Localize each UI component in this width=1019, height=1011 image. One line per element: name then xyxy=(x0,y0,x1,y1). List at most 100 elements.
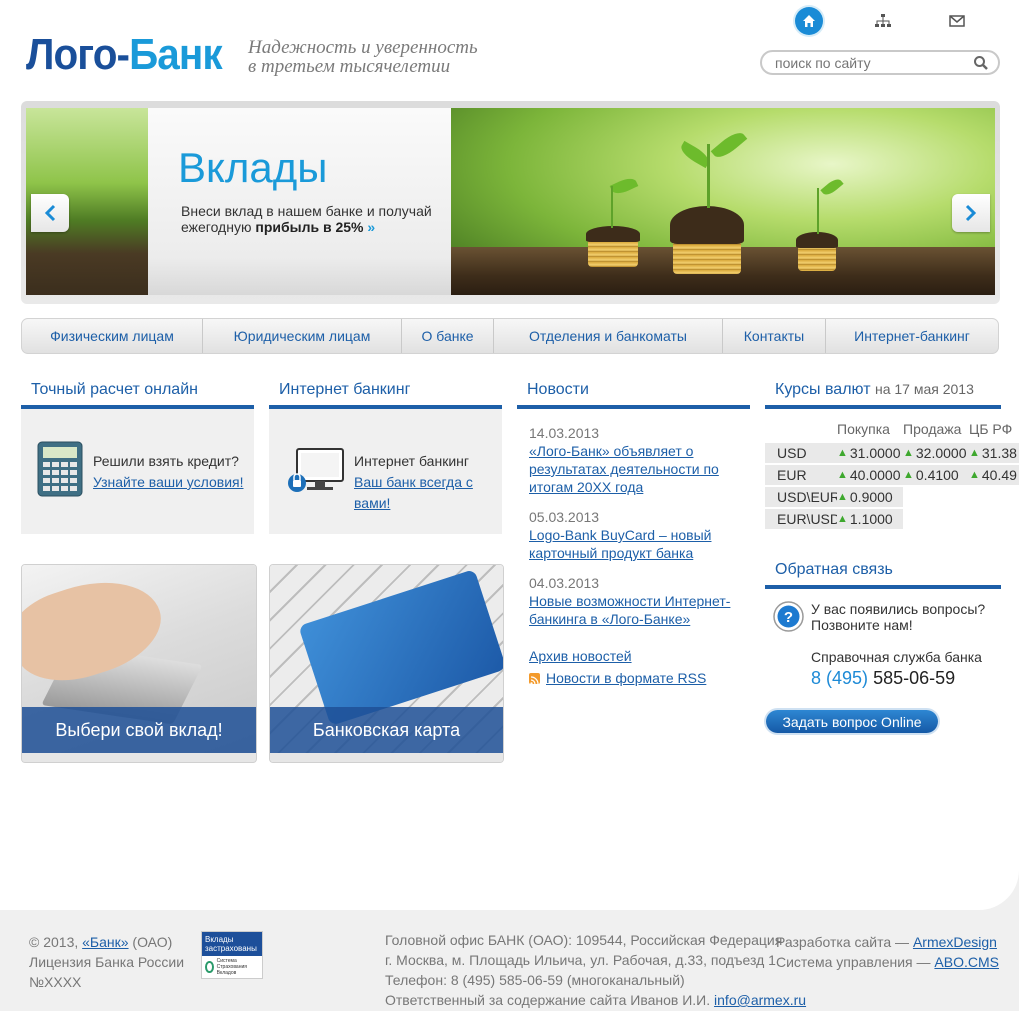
feedback-question-line2: Позвоните нам! xyxy=(811,617,913,633)
office-line2: г. Москва, м. Площадь Ильича, ул. Рабоча… xyxy=(385,952,776,968)
slogan-line2: в третьем тысячелетии xyxy=(248,56,451,77)
news-item: 14.03.2013 «Лого-Банк» объявляет о резул… xyxy=(529,424,744,496)
news-link[interactable]: Новые возможности Интернет-банкинга в «Л… xyxy=(529,593,730,627)
calc-box: Решили взять кредит? Узнайте ваши услови… xyxy=(21,409,254,534)
slider-prev-button[interactable] xyxy=(31,194,69,232)
up-arrow-icon: ▲ xyxy=(903,469,914,481)
responsible-email-link[interactable]: info@armex.ru xyxy=(714,992,806,1008)
nav-item-contacts[interactable]: Контакты xyxy=(723,319,826,353)
news-item: 05.03.2013 Logo-Bank BuyCard – новый кар… xyxy=(529,508,744,562)
slider-next-button[interactable] xyxy=(952,194,990,232)
calc-question: Решили взять кредит? xyxy=(93,453,239,469)
banner-desc-line1: Внеси вклад в нашем банке и получай xyxy=(181,203,432,219)
help-phone: 8 (495) 585-06-59 xyxy=(811,668,955,689)
bank-link[interactable]: «Банк» xyxy=(82,934,128,950)
responsible-prefix: Ответственный за содержание сайта Иванов… xyxy=(385,992,715,1008)
currency-name: USD xyxy=(765,443,837,463)
currency-name: USD\EUR xyxy=(765,487,840,507)
news-rss-link[interactable]: Новости в формате RSS xyxy=(546,670,706,686)
promo-card[interactable]: Банковская карта xyxy=(269,564,504,763)
sprout-stem xyxy=(707,144,710,208)
banner-desc-line2: ежегодную прибыль в 25% » xyxy=(181,219,432,235)
logo-part2: Банк xyxy=(129,30,223,79)
currency-headers: Покупка Продажа ЦБ РФ xyxy=(837,421,1019,437)
page: Лого-Банк Надежность и уверенность в тре… xyxy=(0,0,1019,910)
nav-item-legal[interactable]: Юридическим лицам xyxy=(203,319,402,353)
footer-office: Головной офис БАНК (ОАО): 109544, Россий… xyxy=(385,930,806,1010)
search-input[interactable] xyxy=(775,52,975,73)
nav-item-about[interactable]: О банке xyxy=(402,319,494,353)
calc-title: Точный расчет онлайн xyxy=(21,381,254,409)
calc-text-block: Решили взять кредит? Узнайте ваши услови… xyxy=(93,451,248,493)
promo-card-label: Банковская карта xyxy=(270,707,503,753)
currency-name: EUR xyxy=(765,465,837,485)
up-arrow-icon: ▲ xyxy=(837,491,848,503)
currency-row: EUR\USD ▲ 1.1000 xyxy=(765,509,903,529)
currency-value: ▲ 31.0000 xyxy=(837,443,903,463)
currency-value: ▲ 1.1000 xyxy=(837,509,903,529)
logo[interactable]: Лого-Банк xyxy=(26,30,223,80)
ask-question-button[interactable]: Задать вопрос Online xyxy=(766,710,938,733)
dirt-mound xyxy=(796,232,838,248)
up-arrow-icon: ▲ xyxy=(837,513,848,525)
nav-item-branches[interactable]: Отделения и банкоматы xyxy=(494,319,723,353)
currency-buy-value: 31.0000 xyxy=(849,445,901,461)
ibank-title: Интернет банкинг xyxy=(269,381,502,409)
search-icon[interactable] xyxy=(973,55,989,74)
footer-dev: Разработка сайта — ArmexDesign Система у… xyxy=(776,932,999,972)
banner-text-panel: Вклады Внеси вклад в нашем банке и получ… xyxy=(148,108,451,295)
feedback-question: У вас появились вопросы? Позвоните нам! xyxy=(811,601,985,633)
phone-number: 585-06-59 xyxy=(873,668,956,688)
currency-title-block: Курсы валют на 17 мая 2013 xyxy=(765,381,1001,409)
currency-buy-value: 40.0000 xyxy=(849,467,901,483)
main-nav: Физическим лицам Юридическим лицам О бан… xyxy=(21,318,999,354)
banner-title: Вклады xyxy=(178,144,328,191)
help-service-label: Справочная служба банка xyxy=(811,649,982,665)
home-icon[interactable] xyxy=(795,7,823,35)
promo-footer xyxy=(270,753,503,762)
news-link[interactable]: «Лого-Банк» объявляет о результатах деят… xyxy=(529,443,719,495)
slogan-line1: Надежность и уверенность xyxy=(248,37,478,58)
news-link[interactable]: Logo-Bank BuyCard – новый карточный прод… xyxy=(529,527,711,561)
banner-desc-bold: прибыль в 25% xyxy=(255,219,364,235)
insurance-logo-icon xyxy=(205,961,214,973)
nav-item-individuals[interactable]: Физическим лицам xyxy=(22,319,203,353)
banner-more-arrow[interactable]: » xyxy=(367,219,375,235)
cms-link[interactable]: ABO.CMS xyxy=(934,954,999,970)
news-item: 04.03.2013 Новые возможности Интернет-ба… xyxy=(529,574,744,628)
news-archive-link[interactable]: Архив новостей xyxy=(529,648,632,664)
search-box xyxy=(760,50,1000,75)
calculator-icon xyxy=(37,441,83,500)
currency-row: EUR ▲ 40.0000 ▲ 0.4100 ▲ 40.49 xyxy=(765,465,1019,485)
banner-desc-plain: ежегодную xyxy=(181,219,256,235)
badge-title: Вклады застрахованы xyxy=(202,932,262,956)
banner-slider: Вклады Внеси вклад в нашем банке и получ… xyxy=(21,101,1000,304)
svg-text:?: ? xyxy=(784,609,793,626)
currency-value: ▲ 32.0000 xyxy=(903,443,969,463)
news-title: Новости xyxy=(517,381,750,409)
rss-icon xyxy=(529,672,540,685)
sitemap-icon[interactable] xyxy=(869,7,897,35)
license-line2: №XXXX xyxy=(29,974,82,990)
nav-item-internet-banking[interactable]: Интернет-банкинг xyxy=(826,319,998,353)
news-date: 14.03.2013 xyxy=(529,425,600,441)
credit-card-image xyxy=(298,568,503,727)
mail-icon[interactable] xyxy=(943,7,971,35)
promo-footer xyxy=(22,753,256,762)
feedback-question-line1: У вас появились вопросы? xyxy=(811,601,986,617)
currency-header-buy: Покупка xyxy=(837,421,890,437)
banner-image[interactable]: Вклады Внеси вклад в нашем банке и получ… xyxy=(26,108,995,295)
deposit-insurance-badge[interactable]: Вклады застрахованы Система Страхования … xyxy=(201,931,263,979)
dev-prefix: Разработка сайта — xyxy=(776,934,913,950)
up-arrow-icon: ▲ xyxy=(837,447,848,459)
sprout-leaf xyxy=(820,176,844,198)
currency-title: Курсы валют xyxy=(775,381,871,398)
cms-line: Система управления — ABO.CMS xyxy=(776,952,999,972)
calc-link[interactable]: Узнайте ваши условия! xyxy=(93,474,244,490)
ibank-link[interactable]: Ваш банк всегда с вами! xyxy=(354,474,473,511)
currency-cbr-value: 31.38 xyxy=(981,445,1017,461)
dirt-mound xyxy=(670,206,744,244)
feedback-title: Обратная связь xyxy=(765,561,1001,589)
promo-deposit[interactable]: Выбери свой вклад! xyxy=(21,564,257,763)
dev-link[interactable]: ArmexDesign xyxy=(913,934,997,950)
